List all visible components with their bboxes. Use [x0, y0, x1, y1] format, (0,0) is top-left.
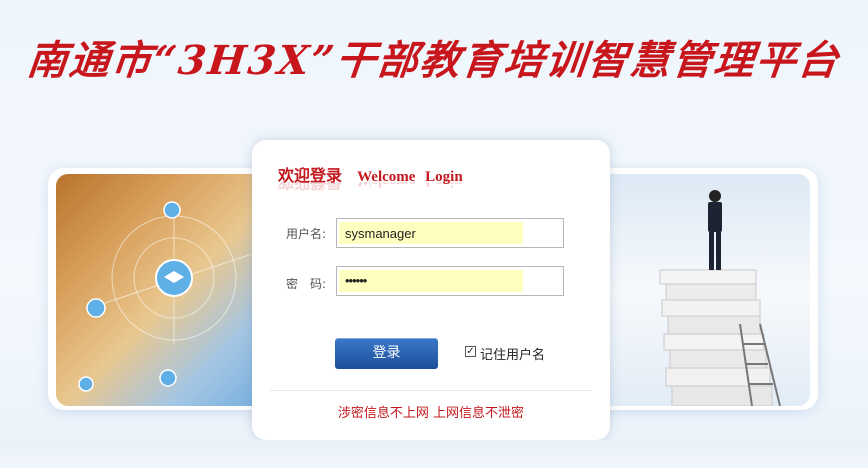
books-ladder-image	[610, 174, 810, 406]
reflection-en: Welcome Login	[357, 182, 463, 189]
password-label: 密 码:	[286, 277, 327, 291]
library-education-image	[56, 174, 256, 406]
remember-checkbox[interactable]: ✓	[465, 346, 476, 357]
reflection-cn: 欢迎登录	[278, 182, 343, 192]
autofill-highlight	[339, 270, 523, 292]
network-graphic	[78, 201, 253, 392]
username-label: 用户名:	[286, 227, 327, 241]
security-notice: 涉密信息不上网 上网信息不泄密	[337, 406, 525, 421]
page-floor	[0, 440, 868, 468]
businessman-on-books-graphic	[659, 190, 781, 406]
password-field[interactable]: ••••••	[336, 266, 564, 296]
divider	[270, 390, 592, 391]
login-heading-reflection: 欢迎登录 Welcome Login	[278, 182, 463, 196]
remember-label[interactable]: 记住用户名	[480, 344, 545, 363]
book-stack-icon	[659, 269, 773, 406]
password-value: ••••••	[345, 273, 367, 288]
username-field[interactable]: sysmanager	[336, 218, 564, 248]
login-panel: 欢迎登录 Welcome Login 欢迎登录 Welcome Login 用户…	[252, 140, 610, 440]
page-title: 南通市“3H3X”干部教育培训智慧管理平台	[24, 37, 843, 84]
person-icon	[708, 190, 722, 270]
login-button[interactable]: 登录	[335, 338, 438, 369]
username-value: sysmanager	[345, 226, 416, 241]
